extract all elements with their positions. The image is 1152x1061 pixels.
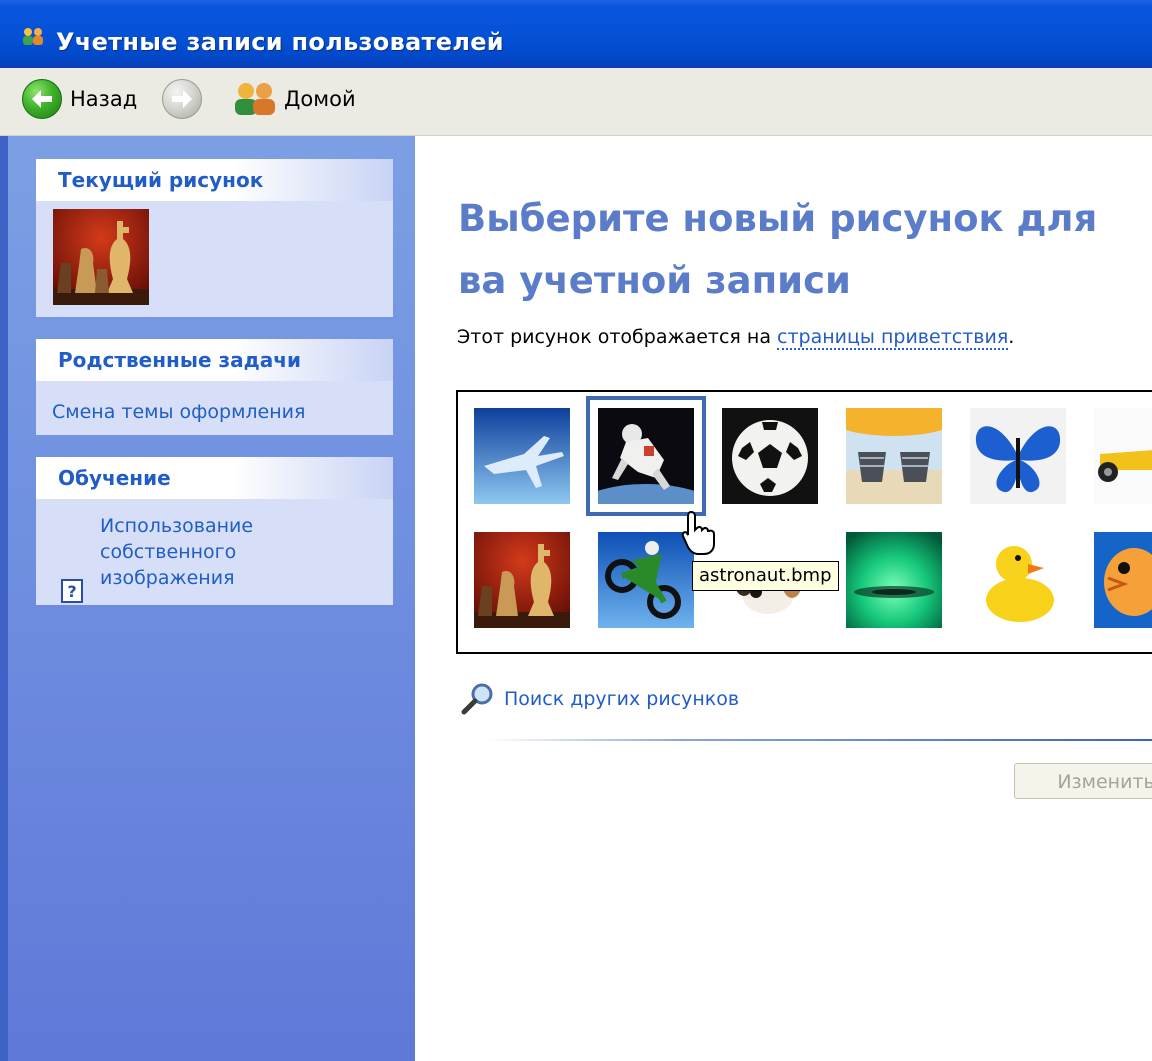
help-icon: ? [61,579,83,603]
picture-soccer-ball[interactable] [722,408,818,504]
window-title: Учетные записи пользователей [56,28,504,56]
forward-arrow-icon [162,79,202,119]
filename-tooltip: astronaut.bmp [692,561,839,591]
learn-panel: Обучение ? Использование собственного из… [36,457,393,605]
picture-beach-chairs[interactable] [846,408,942,504]
user-accounts-icon [23,28,43,45]
picture-airplane[interactable] [474,408,570,504]
picture-car[interactable] [1094,408,1152,504]
picture-fish[interactable] [1094,532,1152,628]
description: Этот рисунок отображается на страницы пр… [457,326,1015,350]
window-titlebar[interactable]: Учетные записи пользователей [0,0,1152,68]
related-tasks-panel: Родственные задачи Смена темы оформления [36,339,393,435]
search-more-pictures-link[interactable]: Поиск других рисунков [460,682,739,716]
page-heading: Выберите новый рисунок для ва учетной за… [458,197,1098,302]
related-tasks-title: Родственные задачи [36,339,393,381]
back-button[interactable]: Назад [22,78,137,120]
home-label: Домой [284,87,356,111]
selected-picture-frame [586,396,706,516]
users-home-icon [235,83,275,115]
current-picture-title: Текущий рисунок [36,159,393,201]
learn-title: Обучение [36,457,393,499]
picture-butterfly[interactable] [970,408,1066,504]
picture-drip[interactable] [846,532,942,628]
picture-duck[interactable] [970,532,1066,628]
current-picture-panel: Текущий рисунок [36,159,393,317]
forward-button[interactable] [162,78,202,120]
hand-cursor-icon [681,510,715,555]
back-label: Назад [70,87,138,111]
back-arrow-icon [22,79,62,119]
divider [486,739,1152,741]
magnifier-icon [461,683,493,715]
picture-chess[interactable] [474,532,570,628]
svg-text:?: ? [67,582,76,601]
change-picture-button[interactable]: Изменить [1014,763,1152,799]
picture-dirt-bike[interactable] [598,532,694,628]
welcome-screen-link[interactable]: страницы приветствия [777,326,1009,350]
use-own-picture-link[interactable]: Использование собственного изображения [100,513,280,591]
search-more-pictures-label: Поиск других рисунков [504,688,740,710]
current-picture-chess [53,209,149,305]
home-button[interactable]: Домой [232,78,356,120]
picture-list[interactable] [456,390,1152,654]
change-theme-link[interactable]: Смена темы оформления [52,401,305,423]
